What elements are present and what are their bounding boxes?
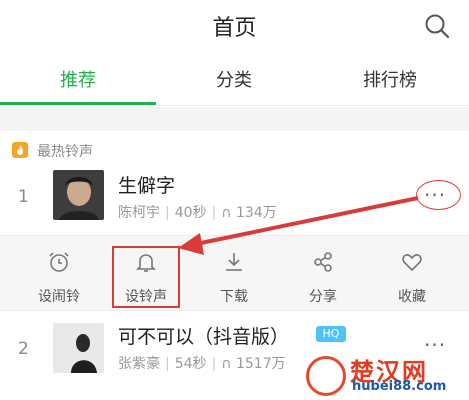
tab-bar: 推荐 分类 排行榜	[0, 52, 469, 106]
song-title: 可不可以（抖音版）	[118, 326, 290, 348]
album-cover[interactable]	[53, 323, 104, 373]
tab-recommend[interactable]: 推荐	[0, 66, 156, 92]
search-icon[interactable]	[424, 13, 450, 39]
rank-number: 1	[18, 187, 29, 207]
header: 首页	[0, 0, 469, 52]
fire-icon	[12, 142, 28, 158]
song-action-bar: 设闹铃 设铃声 下载 分享 收藏	[0, 235, 469, 311]
play-count: 1517万	[235, 356, 286, 372]
active-tab-indicator	[0, 102, 156, 105]
alarm-clock-icon	[49, 252, 69, 272]
artist-name: 陈柯宇	[118, 205, 160, 221]
song-row[interactable]: 1 生僻字 陈柯宇 | 40秒 | ∩ 134万 ···	[0, 167, 469, 235]
watermark-url: hubei88.com	[352, 379, 447, 394]
play-count: 134万	[235, 205, 277, 221]
rank-number: 2	[18, 339, 29, 359]
duration: 40秒	[174, 205, 207, 221]
action-label: 下载	[220, 289, 248, 305]
album-cover[interactable]	[53, 170, 104, 220]
duration: 54秒	[174, 356, 207, 372]
set-alarm-button[interactable]: 设闹铃	[14, 236, 104, 312]
artist-name: 张紫豪	[118, 356, 160, 372]
action-label: 收藏	[398, 289, 426, 305]
share-button[interactable]: 分享	[278, 236, 368, 312]
tab-ranking[interactable]: 排行榜	[312, 66, 468, 92]
action-label: 设闹铃	[38, 289, 80, 305]
song-meta: 张紫豪 | 54秒 | ∩ 1517万	[118, 356, 286, 372]
section-divider	[0, 107, 469, 131]
section-title: 最热铃声	[37, 144, 93, 160]
page-title: 首页	[212, 16, 257, 41]
song-title: 生僻字	[118, 175, 176, 197]
watermark-logo-icon	[306, 356, 346, 396]
site-watermark: 楚汉网 hubei88.com	[306, 354, 466, 398]
headphone-icon: ∩	[221, 356, 232, 372]
song-meta: 陈柯宇 | 40秒 | ∩ 134万	[118, 205, 277, 221]
action-label: 分享	[309, 289, 337, 305]
share-icon	[314, 252, 332, 272]
annotation-box	[112, 246, 180, 308]
download-icon	[226, 253, 242, 271]
tab-category[interactable]: 分类	[156, 66, 312, 92]
headphone-icon: ∩	[221, 205, 232, 221]
hq-badge: HQ	[316, 326, 346, 342]
section-header: 最热铃声	[0, 131, 469, 167]
favorite-button[interactable]: 收藏	[367, 236, 457, 312]
download-button[interactable]: 下载	[189, 236, 279, 312]
annotation-oval	[416, 180, 461, 210]
heart-icon	[402, 254, 422, 272]
